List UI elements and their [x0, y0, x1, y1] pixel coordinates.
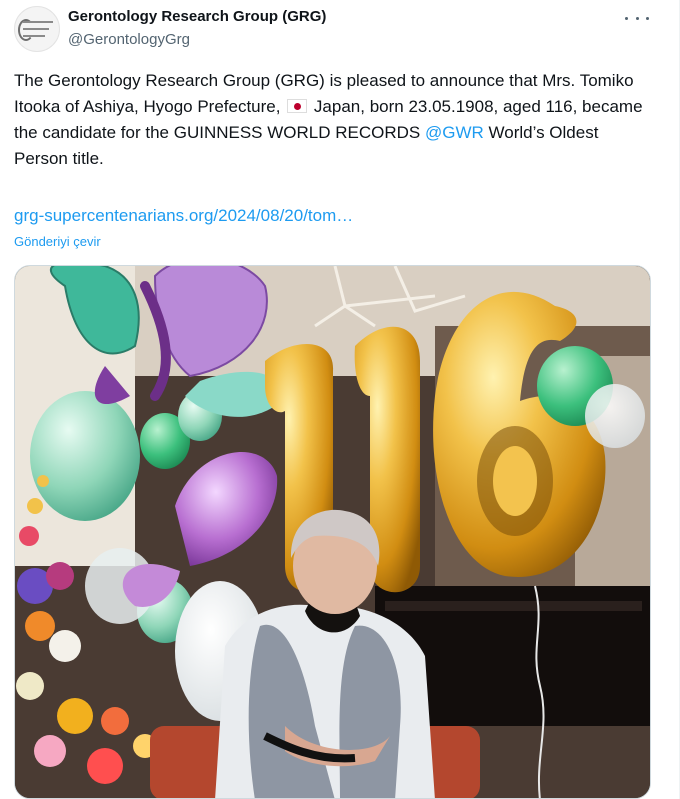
logo-line — [23, 35, 45, 37]
logo-line — [23, 28, 49, 30]
balloon-white-right — [585, 384, 645, 448]
photo-illustration — [15, 266, 650, 798]
dot-icon — [635, 16, 639, 20]
external-link[interactable]: grg-supercentenarians.org/2024/08/20/tom… — [14, 204, 353, 228]
more-options-button[interactable] — [625, 8, 649, 28]
tweet-card[interactable]: Gerontology Research Group (GRG) @Geront… — [0, 0, 680, 799]
tweet-text: The Gerontology Research Group (GRG) is … — [14, 68, 654, 172]
author-name[interactable]: Gerontology Research Group (GRG) — [68, 7, 326, 27]
author-avatar[interactable] — [14, 6, 60, 52]
japan-flag-icon — [287, 99, 308, 113]
balloon-mint — [30, 391, 140, 521]
dot-icon — [625, 16, 628, 20]
author-info: Gerontology Research Group (GRG) @Geront… — [68, 7, 326, 50]
mention-link[interactable]: @GWR — [425, 123, 484, 142]
dot-icon — [646, 16, 649, 20]
author-handle[interactable]: @GerontologyGrg — [68, 30, 326, 50]
tweet-photo[interactable] — [14, 265, 651, 799]
translate-post-link[interactable]: Gönderiyi çevir — [14, 234, 101, 250]
logo-line — [23, 21, 53, 23]
